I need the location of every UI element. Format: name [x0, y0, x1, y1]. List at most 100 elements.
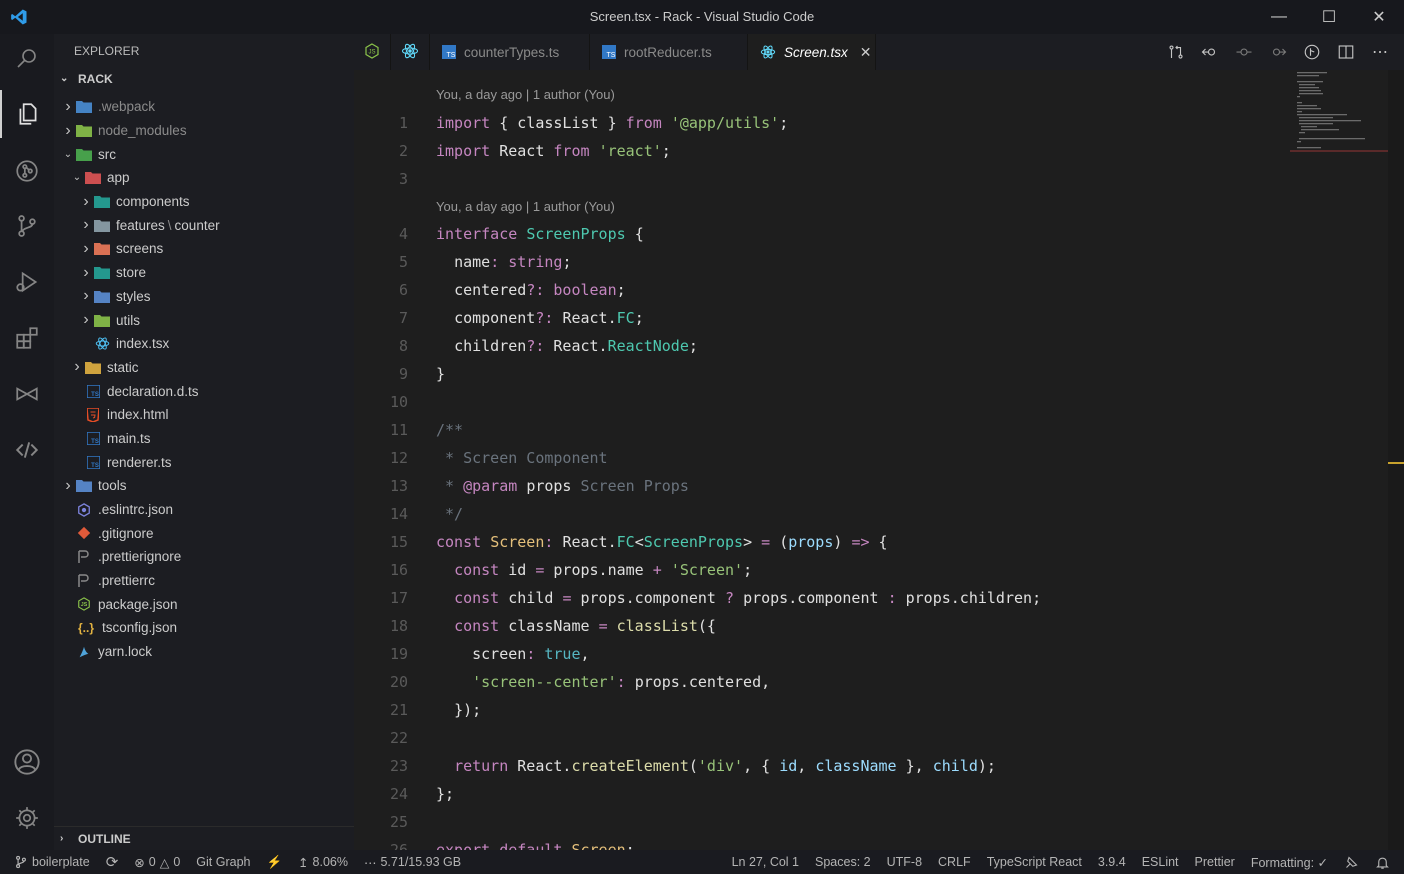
tree-item[interactable]: › tools	[54, 474, 354, 498]
git-history-icon[interactable]	[0, 147, 54, 195]
tree-item[interactable]: TS main.ts	[54, 427, 354, 451]
formatting-status[interactable]: Formatting: ✓	[1243, 855, 1336, 870]
tree-item[interactable]: TS renderer.ts	[54, 450, 354, 474]
tree-item[interactable]: ⌄ src	[54, 142, 354, 166]
editor-scrollbar[interactable]	[1388, 70, 1404, 850]
tab-npm-scripts[interactable]: JS	[354, 34, 391, 70]
tree-item[interactable]: yarn.lock	[54, 640, 354, 664]
search-icon[interactable]	[0, 34, 54, 82]
typescript-file-icon: TS	[85, 455, 101, 469]
notifications-bell-icon[interactable]	[1367, 855, 1404, 870]
tree-item[interactable]: .prettierrc	[54, 569, 354, 593]
close-tab-icon[interactable]: ✕	[860, 44, 872, 61]
tree-item[interactable]: › utils	[54, 308, 354, 332]
extensions-icon[interactable]	[0, 314, 54, 362]
tree-item[interactable]: TS declaration.d.ts	[54, 379, 354, 403]
open-changes-icon[interactable]	[1302, 43, 1322, 61]
tree-item[interactable]: › components	[54, 190, 354, 214]
minimize-button[interactable]: —	[1254, 0, 1304, 34]
line-number: 11	[389, 421, 408, 439]
encoding[interactable]: UTF-8	[879, 855, 930, 869]
tree-item[interactable]: › store	[54, 261, 354, 285]
memory-status[interactable]: ⋯ 5.71/15.93 GB	[356, 855, 469, 870]
codelens-author[interactable]: You, a day ago | 1 author (You)	[436, 196, 615, 218]
maximize-button[interactable]: ☐	[1304, 0, 1354, 34]
tree-item[interactable]: ⌄ app	[54, 166, 354, 190]
run-debug-icon[interactable]	[0, 258, 54, 306]
tree-item-label: .prettierignore	[98, 549, 182, 565]
go-back-icon[interactable]	[1200, 43, 1220, 61]
line-ending[interactable]: CRLF	[930, 855, 979, 869]
tree-item[interactable]: .prettierignore	[54, 545, 354, 569]
split-editor-icon[interactable]	[1336, 43, 1356, 61]
more-actions-icon[interactable]: ⋯	[1370, 42, 1390, 62]
folder-icon	[85, 360, 101, 374]
tab-counterTypes[interactable]: TS counterTypes.ts	[430, 34, 590, 70]
tree-item-label: package.json	[98, 596, 178, 612]
sync-icon[interactable]: ⟳	[98, 853, 127, 871]
tree-item[interactable]: .eslintrc.json	[54, 498, 354, 522]
prettier-status[interactable]: Prettier	[1187, 855, 1243, 869]
line-number: 20	[389, 673, 408, 691]
tab-screen[interactable]: Screen.tsx ✕	[748, 34, 876, 70]
indentation[interactable]: Spaces: 2	[807, 855, 879, 869]
tab-label: counterTypes.ts	[464, 44, 560, 60]
lightning-icon[interactable]: ⚡	[258, 855, 290, 870]
branch-status[interactable]: boilerplate	[0, 855, 98, 869]
tree-item[interactable]: › .webpack	[54, 95, 354, 119]
feedback-icon[interactable]	[1336, 855, 1367, 870]
tab-react-preview[interactable]	[391, 34, 430, 70]
dots-icon: ⋯	[363, 855, 377, 870]
line-number: 2	[398, 142, 408, 160]
line-number: 18	[389, 617, 408, 635]
tree-item-label: styles	[116, 288, 151, 304]
folder-icon	[94, 218, 110, 232]
git-graph-button[interactable]: Git Graph	[188, 855, 258, 869]
tree-item[interactable]: {..} tsconfig.json	[54, 616, 354, 640]
account-icon[interactable]	[0, 738, 54, 786]
language-mode[interactable]: TypeScript React	[979, 855, 1090, 869]
tree-item[interactable]: JS package.json	[54, 592, 354, 616]
codelens-author[interactable]: You, a day ago | 1 author (You)	[436, 84, 615, 106]
tree-item[interactable]: › node_modules	[54, 119, 354, 143]
code-line: 4 interface ScreenProps {	[354, 220, 1388, 248]
tree-item-label: index.html	[107, 407, 169, 423]
outline-section[interactable]: › OUTLINE	[54, 826, 354, 850]
tree-item[interactable]: index.tsx	[54, 332, 354, 356]
explorer-icon[interactable]	[0, 90, 54, 138]
explorer-sidebar: EXPLORER ⌄ RACK › .webpack › node_modules ⌄ s…	[54, 34, 354, 850]
code-line: 14 */	[354, 500, 1388, 528]
folder-icon	[76, 147, 92, 161]
tree-item[interactable]: index.html	[54, 403, 354, 427]
problems-status[interactable]: ⊗ 0 △ 0	[126, 855, 188, 870]
tree-item[interactable]: › screens	[54, 237, 354, 261]
tree-item-label: components	[116, 194, 190, 210]
close-window-button[interactable]: ✕	[1354, 0, 1404, 34]
status-bar: boilerplate ⟳ ⊗ 0 △ 0 Git Graph ⚡ ↥ 8.06% …	[0, 850, 1404, 874]
vscode-logo-icon[interactable]	[0, 0, 38, 34]
compare-changes-icon[interactable]	[1166, 43, 1186, 61]
chevron-right-icon: ›	[83, 287, 89, 305]
settings-gear-icon[interactable]	[0, 794, 54, 842]
workspace-root[interactable]: ⌄ RACK	[54, 68, 354, 90]
svg-text:JS: JS	[368, 49, 375, 55]
code-icon[interactable]	[0, 426, 54, 474]
tab-rootReducer[interactable]: TS rootReducer.ts	[590, 34, 748, 70]
tree-item[interactable]: › static	[54, 356, 354, 380]
eslint-status[interactable]: ESLint	[1134, 855, 1187, 869]
folder-icon	[94, 266, 110, 280]
cpu-status[interactable]: ↥ 8.06%	[290, 855, 356, 870]
code-editor[interactable]: You, a day ago | 1 author (You) You, a d…	[354, 70, 1388, 850]
tree-item[interactable]: › styles	[54, 285, 354, 309]
source-control-icon[interactable]	[0, 202, 54, 250]
tree-item[interactable]: .gitignore	[54, 521, 354, 545]
git-commit-icon[interactable]	[1234, 43, 1254, 61]
chevron-down-icon: ⌄	[72, 172, 82, 184]
tree-item-label: node_modules	[98, 123, 187, 139]
go-forward-icon[interactable]	[1268, 43, 1288, 61]
typescript-version[interactable]: 3.9.4	[1090, 855, 1134, 869]
cursor-position[interactable]: Ln 27, Col 1	[724, 855, 807, 869]
tree-item[interactable]: › features \ counter	[54, 213, 354, 237]
minimap[interactable]	[1290, 70, 1388, 270]
live-share-icon[interactable]	[0, 370, 54, 418]
